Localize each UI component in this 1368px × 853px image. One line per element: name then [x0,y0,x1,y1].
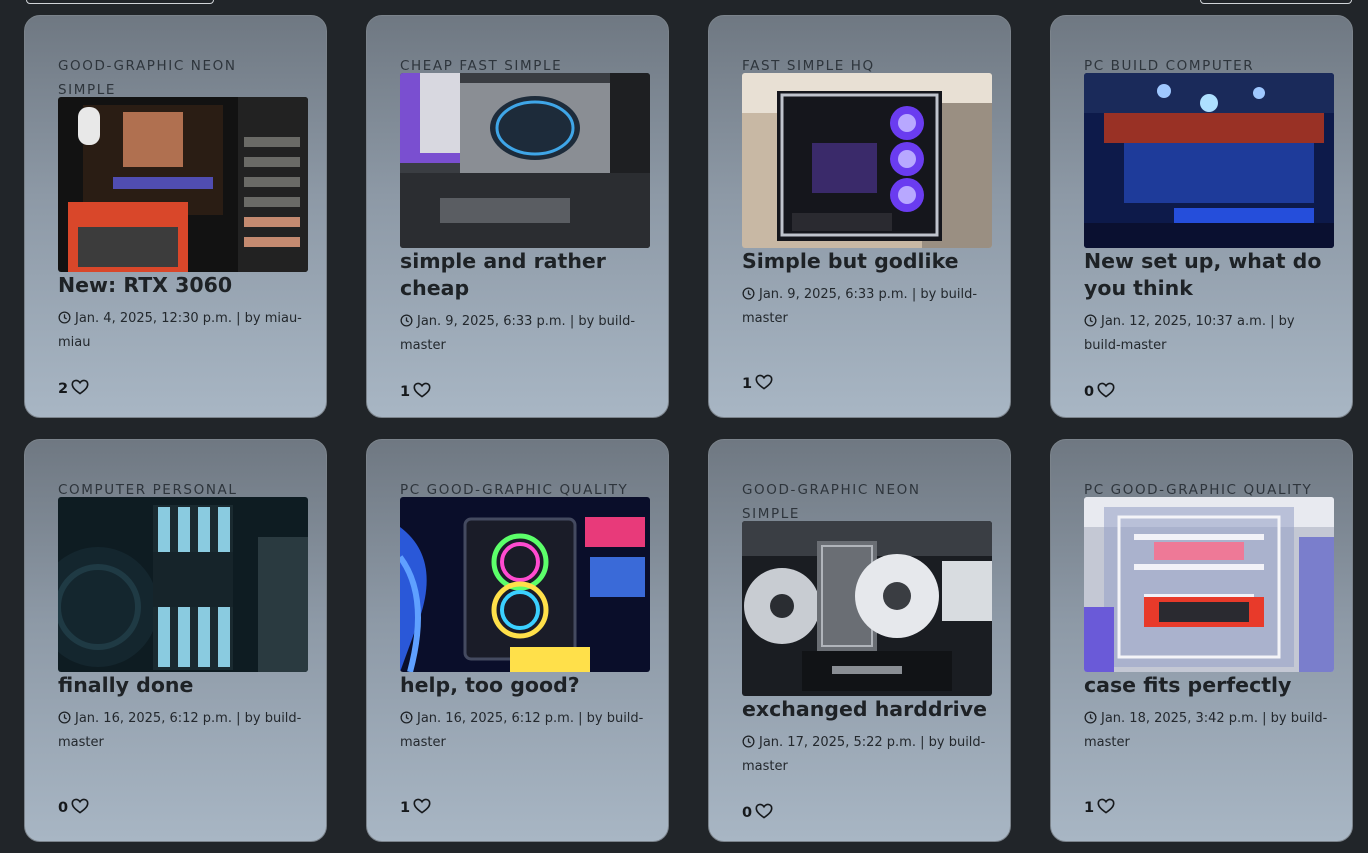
like-count: 1 [1084,800,1095,816]
like-control[interactable]: 1 [400,382,431,402]
heart-outline-icon[interactable] [755,374,773,390]
heart-outline-icon[interactable] [1097,798,1115,814]
clock-icon [742,735,755,748]
post-image[interactable] [58,497,308,672]
like-count: 0 [742,805,753,821]
post-date: Jan. 17, 2025, 5:22 p.m. [759,735,916,750]
like-control[interactable]: 0 [1084,382,1115,402]
post-meta: Jan. 9, 2025, 6:33 p.m. | by build-maste… [400,310,650,358]
post-date: Jan. 18, 2025, 3:42 p.m. [1101,711,1258,726]
post-meta: Jan. 4, 2025, 12:30 p.m. | by miau-miau [58,307,308,355]
post-title[interactable]: exchanged harddrive [742,696,992,723]
post-image[interactable] [1084,73,1334,248]
post-meta: Jan. 16, 2025, 6:12 p.m. | by build-mast… [58,707,308,755]
post-image[interactable] [58,97,308,272]
like-control[interactable]: 0 [58,798,89,818]
post-card[interactable]: FAST SIMPLE HQ Simple but godlike Jan. 9… [708,15,1011,418]
like-count: 1 [400,384,411,400]
heart-outline-icon[interactable] [71,379,89,395]
post-card[interactable]: GOOD-GRAPHIC NEON SIMPLE exchanged hardd… [708,439,1011,842]
post-image[interactable] [400,73,650,248]
post-image[interactable] [1084,497,1334,672]
like-count: 1 [400,800,411,816]
post-card[interactable]: PC BUILD COMPUTER New set up, what do yo… [1050,15,1353,418]
clock-icon [58,311,71,324]
post-date: Jan. 12, 2025, 10:37 a.m. [1101,314,1266,329]
post-card[interactable]: PC GOOD-GRAPHIC QUALITY case fits perfec… [1050,439,1353,842]
clock-icon [742,287,755,300]
post-tags: GOOD-GRAPHIC NEON SIMPLE [742,482,921,522]
heart-outline-icon[interactable] [413,382,431,398]
heart-outline-icon[interactable] [1097,382,1115,398]
post-title[interactable]: simple and rather cheap [400,248,650,302]
post-card[interactable]: COMPUTER PERSONAL finally done Jan. 16, … [24,439,327,842]
post-card[interactable]: GOOD-GRAPHIC NEON SIMPLE New: RTX 3060 J… [24,15,327,418]
post-title[interactable]: finally done [58,672,308,699]
like-count: 0 [1084,384,1095,400]
post-meta: Jan. 12, 2025, 10:37 a.m. | by build-mas… [1084,310,1334,358]
post-date: Jan. 9, 2025, 6:33 p.m. [759,287,908,302]
post-date: Jan. 9, 2025, 6:33 p.m. [417,314,566,329]
post-date: Jan. 16, 2025, 6:12 p.m. [75,711,232,726]
clock-icon [1084,314,1097,327]
like-control[interactable]: 0 [742,803,773,823]
top-right-control[interactable] [1200,0,1352,4]
post-meta: Jan. 16, 2025, 6:12 p.m. | by build-mast… [400,707,650,755]
heart-outline-icon[interactable] [413,798,431,814]
like-control[interactable]: 1 [742,374,773,394]
like-control[interactable]: 1 [400,798,431,818]
post-card[interactable]: PC GOOD-GRAPHIC QUALITY help, too good? … [366,439,669,842]
post-title[interactable]: help, too good? [400,672,650,699]
like-control[interactable]: 1 [1084,798,1115,818]
post-title[interactable]: Simple but godlike [742,248,992,275]
clock-icon [400,711,413,724]
post-title[interactable]: New: RTX 3060 [58,272,308,299]
post-date: Jan. 16, 2025, 6:12 p.m. [417,711,574,726]
post-title[interactable]: case fits perfectly [1084,672,1334,699]
post-card[interactable]: CHEAP FAST SIMPLE simple and rather chea… [366,15,669,418]
like-control[interactable]: 2 [58,379,89,399]
post-meta: Jan. 17, 2025, 5:22 p.m. | by build-mast… [742,731,992,779]
post-tags: GOOD-GRAPHIC NEON SIMPLE [58,58,237,98]
post-image[interactable] [400,497,650,672]
post-image[interactable] [742,521,992,696]
like-count: 0 [58,800,69,816]
post-image[interactable] [742,73,992,248]
clock-icon [1084,711,1097,724]
heart-outline-icon[interactable] [755,803,773,819]
top-left-control[interactable] [26,0,214,4]
clock-icon [400,314,413,327]
post-meta: Jan. 18, 2025, 3:42 p.m. | by build-mast… [1084,707,1334,755]
like-count: 1 [742,376,753,392]
post-date: Jan. 4, 2025, 12:30 p.m. [75,311,232,326]
heart-outline-icon[interactable] [71,798,89,814]
post-meta: Jan. 9, 2025, 6:33 p.m. | by build-maste… [742,283,992,331]
like-count: 2 [58,381,69,397]
clock-icon [58,711,71,724]
post-title[interactable]: New set up, what do you think [1084,248,1334,302]
